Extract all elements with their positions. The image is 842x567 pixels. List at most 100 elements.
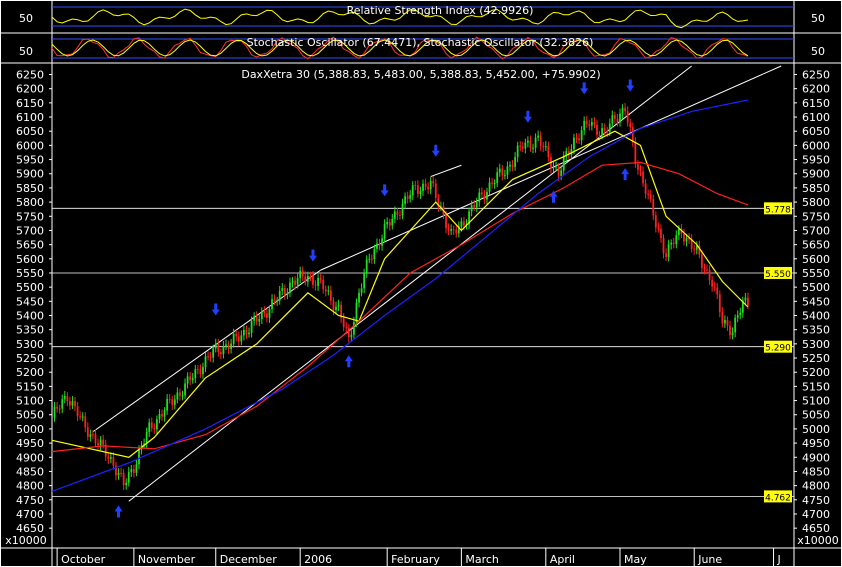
candle-body — [736, 315, 739, 318]
candle-body — [301, 270, 304, 277]
candle-body — [122, 473, 125, 486]
y-tick-label-left: 6000 — [16, 139, 44, 152]
candle-body — [63, 395, 66, 400]
x-tick-label: 2006 — [304, 553, 332, 566]
rsi-level-label-left: 50 — [19, 12, 33, 25]
candle-body — [557, 166, 560, 176]
candle-body — [603, 128, 606, 131]
candle-body — [373, 248, 376, 260]
candle-body — [401, 203, 404, 216]
candle-body — [99, 439, 102, 446]
candle-body — [547, 146, 550, 158]
candle-body — [255, 316, 258, 322]
candle-body — [537, 135, 540, 138]
y-tick-label-left: 4900 — [16, 451, 44, 464]
candle-body — [322, 279, 325, 290]
y-tick-label-left: 5250 — [16, 352, 44, 365]
candle-body — [212, 348, 215, 358]
candle-body — [578, 138, 580, 141]
x-tick-label: November — [138, 553, 196, 566]
candle-body — [217, 343, 220, 353]
y-tick-label-left: 5650 — [16, 239, 44, 252]
y-tick-label-right: 6050 — [802, 125, 830, 138]
candle-body — [718, 294, 721, 313]
candle-body — [647, 193, 650, 195]
arrow-up-marker — [621, 168, 630, 181]
candle-body — [637, 164, 639, 170]
candle-body — [406, 196, 409, 199]
arrow-down-marker — [211, 303, 220, 316]
candle-body — [230, 343, 232, 349]
candle-body — [58, 408, 61, 410]
candle-body — [378, 243, 381, 246]
candle-body — [419, 191, 422, 195]
y-tick-label-left: 5950 — [16, 154, 44, 167]
y-tick-label-left: 6100 — [16, 111, 44, 124]
y-tick-label-right: 5650 — [802, 239, 830, 252]
level-label: 4.762 — [765, 493, 791, 503]
arrow-down-marker — [523, 110, 532, 123]
x-tick-label: December — [220, 553, 278, 566]
trend-line — [430, 164, 462, 178]
candle-body — [81, 416, 84, 418]
level-label: 5.550 — [765, 270, 791, 280]
candle-body — [327, 290, 330, 292]
x-tick-label: June — [697, 553, 722, 566]
candle-body — [693, 248, 696, 250]
candle-body — [493, 182, 496, 184]
y-tick-label-left: 5350 — [16, 324, 44, 337]
candle-body — [365, 259, 368, 274]
candle-body — [654, 215, 657, 228]
candle-body — [84, 416, 87, 428]
y-tick-label-left: 5600 — [16, 253, 44, 266]
y-tick-label-left: 5300 — [16, 338, 44, 351]
y-tick-label-left: 5800 — [16, 196, 44, 209]
y-tick-label-left: 5100 — [16, 395, 44, 408]
x-tick-label: March — [465, 553, 499, 566]
candle-body — [483, 194, 486, 200]
candle-body — [652, 199, 655, 216]
candle-body — [414, 185, 417, 187]
candle-body — [411, 185, 414, 196]
candle-body — [304, 276, 307, 282]
candle-body — [514, 157, 517, 167]
candle-body — [555, 166, 557, 168]
moving-average-line-3 — [51, 99, 749, 492]
candle-body — [731, 332, 734, 336]
y-tick-label-right: 5250 — [802, 352, 830, 365]
candle-body — [209, 356, 212, 358]
candle-body — [721, 312, 724, 324]
candle-body — [747, 297, 749, 306]
arrow-up-marker — [344, 355, 353, 368]
candle-body — [501, 168, 504, 176]
candle-body — [317, 278, 319, 286]
candle-body — [516, 145, 519, 158]
y-tick-label-right: 6250 — [802, 69, 830, 82]
candle-body — [53, 406, 56, 418]
candle-body — [263, 311, 266, 314]
candle-body — [276, 300, 279, 302]
candle-body — [452, 229, 455, 231]
y-tick-label-left: 5450 — [16, 295, 44, 308]
candle-body — [176, 392, 179, 400]
y-tick-label-right: 5700 — [802, 224, 830, 237]
candle-body — [455, 229, 458, 234]
candle-body — [542, 145, 545, 148]
candle-body — [700, 254, 703, 268]
candle-body — [590, 122, 593, 126]
candle-body — [153, 427, 156, 430]
candle-body — [677, 228, 680, 236]
candle-body — [214, 343, 217, 349]
candle-body — [273, 299, 276, 301]
candle-body — [337, 304, 340, 307]
candle-body — [524, 142, 527, 149]
candle-body — [130, 469, 133, 473]
candle-body — [460, 221, 463, 227]
candle-body — [634, 142, 637, 165]
candle-body — [703, 267, 706, 270]
candle-body — [672, 242, 675, 245]
candle-body — [102, 439, 105, 445]
candle-body — [250, 320, 253, 333]
candle-body — [626, 111, 629, 123]
candle-body — [309, 275, 312, 277]
